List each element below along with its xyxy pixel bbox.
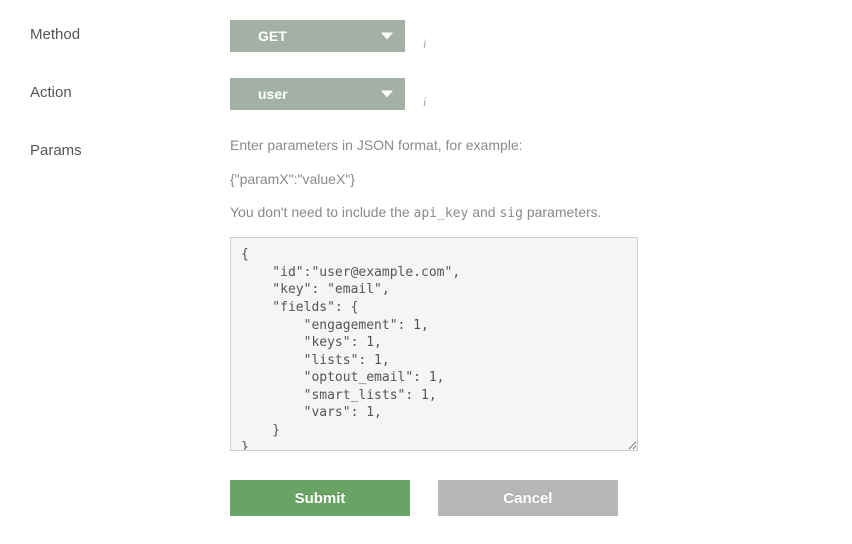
chevron-down-icon [381,91,393,98]
params-help-line2: You don't need to include the api_key an… [230,203,822,223]
action-control: user i [230,78,822,110]
chevron-down-icon [381,33,393,40]
params-help-text: Enter parameters in JSON format, for exa… [230,136,822,223]
code-sig: sig [499,206,522,221]
code-api-key: api_key [414,206,469,221]
info-icon[interactable]: i [423,95,427,108]
params-help-example: {"paramX":"valueX"} [230,170,822,190]
params-label: Params [30,136,230,159]
params-textarea[interactable] [230,237,638,451]
method-row: Method GET i [30,20,822,52]
info-icon[interactable]: i [423,37,427,50]
action-label: Action [30,78,230,101]
submit-button[interactable]: Submit [230,480,410,516]
params-help-line1: Enter parameters in JSON format, for exa… [230,136,822,156]
method-control: GET i [230,20,822,52]
params-control: Enter parameters in JSON format, for exa… [230,136,822,454]
method-select-value: GET [258,28,287,44]
cancel-button[interactable]: Cancel [438,480,618,516]
action-select[interactable]: user [230,78,405,110]
method-label: Method [30,20,230,43]
action-row: Action user i [30,78,822,110]
action-select-value: user [258,86,288,102]
method-select[interactable]: GET [230,20,405,52]
params-row: Params Enter parameters in JSON format, … [30,136,822,454]
button-row: Submit Cancel [230,480,822,516]
